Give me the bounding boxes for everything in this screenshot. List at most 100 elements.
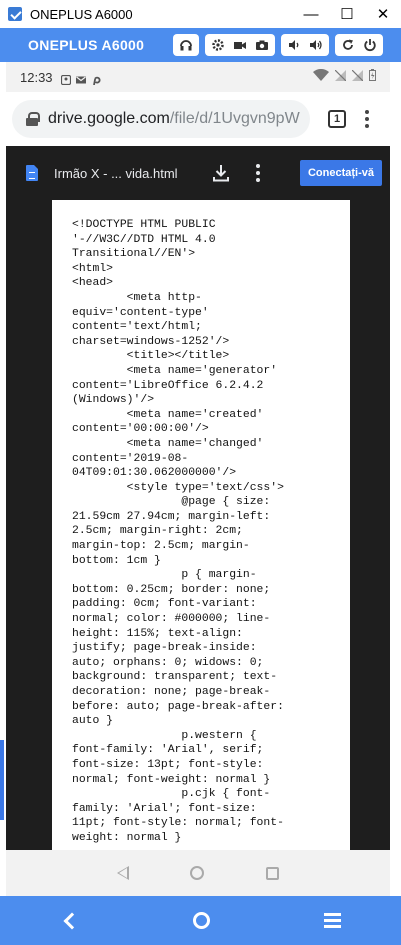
close-button[interactable]: ✕ xyxy=(365,0,401,28)
code-line: charset=windows-1252'/> xyxy=(72,335,230,348)
lock-icon xyxy=(26,112,40,126)
app-icon xyxy=(8,7,22,21)
gear-icon[interactable] xyxy=(207,34,229,56)
code-line: height: 115%; text-align: xyxy=(72,627,243,640)
window-titlebar: ONEPLUS A6000 — ☐ ✕ xyxy=(0,0,401,28)
code-line: padding: 0cm; font-variant: xyxy=(72,598,257,611)
document-page[interactable]: <!DOCTYPE HTML PUBLIC '-//W3C//DTD HTML 4… xyxy=(52,200,350,850)
browser-toolbar: drive.google.com/file/d/1Uvgvn9pW 1 xyxy=(6,92,390,146)
code-line: bottom: 0.25cm; border: none; xyxy=(72,583,271,596)
code-line: content='2019-08- xyxy=(72,452,189,465)
address-bar[interactable]: drive.google.com/file/d/1Uvgvn9pW xyxy=(12,100,310,138)
code-line: equiv='content-type' xyxy=(72,306,209,319)
code-line: before: auto; page-break-after: xyxy=(72,700,284,713)
code-line: p.cjk { font- xyxy=(72,788,271,801)
code-line: bottom: 1cm } xyxy=(72,554,161,567)
system-status-icons xyxy=(313,68,376,86)
code-line: @page { size: xyxy=(72,496,271,509)
signal-2-icon xyxy=(351,68,364,86)
camera-video-icon[interactable] xyxy=(229,34,251,56)
gmail-icon xyxy=(75,72,86,84)
camera-icon[interactable] xyxy=(251,34,273,56)
emulator-tool-group-volume xyxy=(281,34,329,56)
pinterest-icon xyxy=(91,72,101,86)
document-icon xyxy=(26,165,38,181)
code-line: justify; page-break-inside: xyxy=(72,642,257,655)
maximize-button[interactable]: ☐ xyxy=(329,0,365,28)
wifi-icon xyxy=(313,68,329,86)
code-line: <meta name='changed' xyxy=(72,437,264,450)
code-line: <head> xyxy=(72,277,114,290)
tab-switcher-button[interactable]: 1 xyxy=(328,110,346,128)
notification-icons xyxy=(60,72,101,86)
source-code: <!DOCTYPE HTML PUBLIC '-//W3C//DTD HTML 4… xyxy=(72,218,350,846)
minimize-button[interactable]: — xyxy=(293,0,329,28)
code-line: p { margin- xyxy=(72,569,257,582)
code-line: normal; font-weight: normal } xyxy=(72,773,271,786)
volume-up-icon[interactable] xyxy=(305,34,327,56)
code-line: 2.5cm; margin-right: 2cm; xyxy=(72,525,243,538)
window-title: ONEPLUS A6000 xyxy=(30,6,133,22)
volume-down-icon[interactable] xyxy=(283,34,305,56)
code-line: '-//W3C//DTD HTML 4.0 xyxy=(72,233,216,246)
emulator-toolbar: ONEPLUS A6000 xyxy=(0,28,401,62)
signal-1-icon xyxy=(334,68,347,86)
url-path: /file/d/1Uvgvn9pW xyxy=(169,110,300,127)
browser-menu-icon[interactable] xyxy=(362,110,372,128)
sign-in-button[interactable]: Conectați-vă xyxy=(299,160,382,186)
code-line: weight: normal } xyxy=(72,831,182,844)
code-line: p.western { xyxy=(72,729,257,742)
code-line: 21.59cm 27.94cm; margin-left: xyxy=(72,510,271,523)
headset-icon[interactable] xyxy=(175,34,197,56)
emulator-title: ONEPLUS A6000 xyxy=(28,37,145,53)
power-icon[interactable] xyxy=(359,34,381,56)
code-line: <!DOCTYPE HTML PUBLIC xyxy=(72,219,216,231)
emulator-tool-group-power xyxy=(335,34,383,56)
code-line: background: transparent; text- xyxy=(72,671,278,684)
code-line: (Windows)'/> xyxy=(72,394,155,407)
code-line: normal; color: #000000; line- xyxy=(72,613,271,626)
notification-image-icon xyxy=(60,72,71,86)
emulator-tools xyxy=(173,34,383,56)
viewer-toolbar: Irmão X - ... vida.html Conectați-vă xyxy=(6,146,390,200)
url-text[interactable]: drive.google.com/file/d/1Uvgvn9pW xyxy=(48,110,300,128)
code-line: content='00:00:00'/> xyxy=(72,423,209,436)
code-line: 11pt; font-style: normal; font- xyxy=(72,817,284,830)
code-line: <meta name='created' xyxy=(72,408,264,421)
emulator-frame-accent xyxy=(0,740,4,820)
file-name: Irmão X - ... vida.html xyxy=(54,165,178,181)
emulator-home-icon[interactable] xyxy=(192,912,210,929)
android-nav-bar xyxy=(6,850,390,896)
code-line: margin-top: 2.5cm; margin- xyxy=(72,540,250,553)
emulator-menu-icon[interactable] xyxy=(324,913,341,928)
status-time: 12:33 xyxy=(20,69,53,85)
nav-home-icon[interactable] xyxy=(190,866,205,880)
drive-file-viewer: Irmão X - ... vida.html Conectați-vă <!D… xyxy=(6,146,390,850)
more-options-icon[interactable] xyxy=(254,164,262,182)
code-line: 04T09:01:30.062000000'/> xyxy=(72,467,237,480)
code-line: content='LibreOffice 6.2.4.2 xyxy=(72,379,264,392)
code-line: <style type='text/css'> xyxy=(72,481,284,494)
nav-recents-icon[interactable] xyxy=(266,866,280,880)
url-host: drive.google.com xyxy=(48,110,170,127)
code-line: <title></title> xyxy=(72,350,230,363)
nav-back-icon[interactable] xyxy=(116,866,129,880)
code-line: font-family: 'Arial', serif; xyxy=(72,744,264,757)
emulator-tool-group-capture xyxy=(205,34,275,56)
phone-status-bar: 12:33 xyxy=(6,62,390,92)
code-line: Transitional//EN'> xyxy=(72,248,196,261)
emulator-bottom-bar xyxy=(0,896,401,945)
code-line: <html> xyxy=(72,262,114,275)
code-line: <meta name='generator' xyxy=(72,364,278,377)
code-line: font-size: 13pt; font-style: xyxy=(72,758,264,771)
code-line: <meta http- xyxy=(72,291,202,304)
code-line: family: 'Arial'; font-size: xyxy=(72,802,257,815)
emulator-back-icon[interactable] xyxy=(63,912,81,929)
code-line: decoration: none; page-break- xyxy=(72,686,271,698)
rotate-icon[interactable] xyxy=(337,34,359,56)
battery-icon xyxy=(369,68,376,86)
emulator-frame-right xyxy=(390,62,401,896)
emulator-tool-group-audio xyxy=(173,34,199,56)
code-line: auto } xyxy=(72,715,114,728)
download-icon[interactable] xyxy=(212,164,230,182)
